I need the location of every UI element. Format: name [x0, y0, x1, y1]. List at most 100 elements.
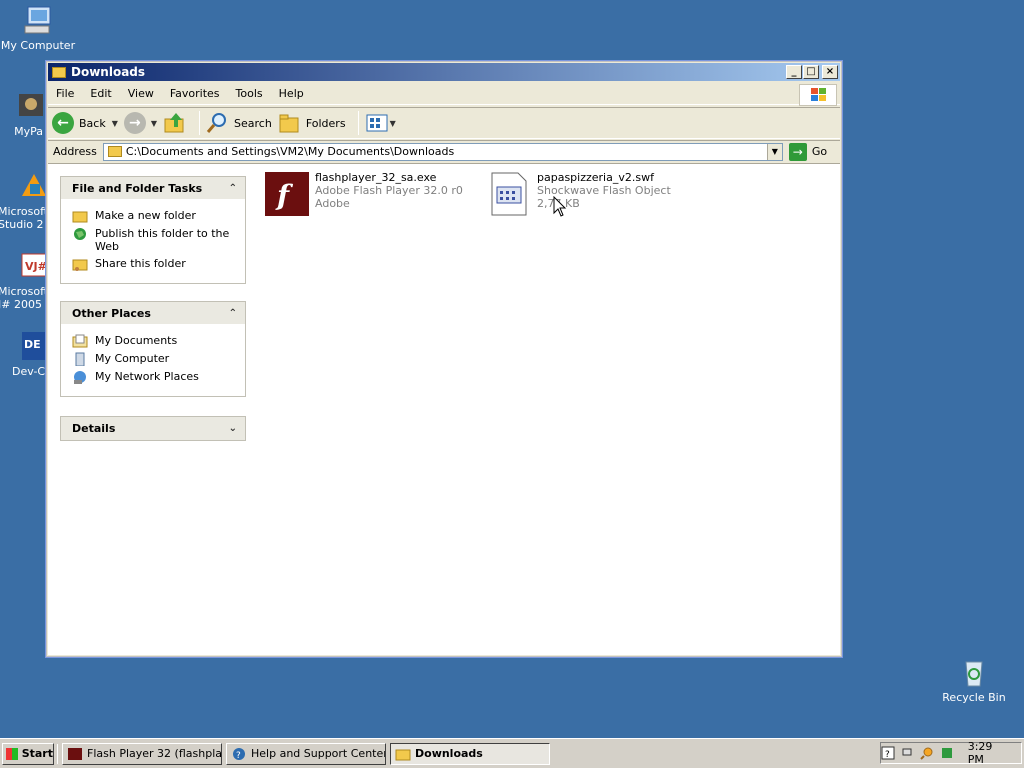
security-icon[interactable] — [940, 746, 954, 760]
expand-icon[interactable]: ⌄ — [229, 423, 237, 434]
my-computer-icon — [22, 4, 54, 36]
menu-file[interactable]: File — [48, 87, 82, 100]
taskbar-button-flash-player[interactable]: Flash Player 32 (flashpla... — [62, 742, 222, 765]
start-button[interactable]: Start — [2, 742, 54, 765]
menu-bar: File Edit View Favorites Tools Help — [48, 83, 840, 106]
menu-edit[interactable]: Edit — [82, 87, 119, 100]
file-type: Adobe Flash Player 32.0 r0 — [315, 184, 463, 197]
go-button[interactable]: → Go — [788, 142, 827, 161]
shockwave-document-icon — [491, 172, 527, 216]
details-panel: Details ⌄ — [60, 416, 246, 441]
my-documents-link[interactable]: My Documents — [72, 334, 237, 348]
clock[interactable]: 3:29 PM — [968, 740, 1011, 766]
search-icon[interactable] — [920, 746, 934, 760]
taskbar-button-help-support[interactable]: ? Help and Support Center — [226, 742, 386, 765]
maximize-button[interactable]: □ — [803, 65, 819, 79]
menu-view[interactable]: View — [120, 87, 162, 100]
search-label: Search — [234, 116, 272, 130]
shared-folder-icon — [72, 259, 88, 271]
chevron-down-icon[interactable]: ▼ — [151, 119, 157, 128]
new-folder-icon — [72, 211, 88, 223]
start-label: Start — [21, 747, 53, 760]
chevron-down-icon[interactable]: ▼ — [112, 119, 118, 128]
file-folder-tasks-panel: File and Folder Tasks ⌃ Make a new folde… — [60, 176, 246, 284]
explorer-window: Downloads _ □ × File Edit View Favorites… — [45, 60, 843, 658]
menu-help[interactable]: Help — [271, 87, 312, 100]
panel-title: File and Folder Tasks — [72, 181, 203, 195]
desktop-icon-label: Dev-C — [12, 365, 46, 378]
menu-favorites[interactable]: Favorites — [162, 87, 228, 100]
desktop-icon-label: MyPa — [14, 125, 43, 138]
file-name: flashplayer_32_sa.exe — [315, 171, 437, 184]
toolbar-separator — [357, 111, 359, 135]
place-label: My Computer — [95, 352, 170, 365]
make-new-folder-link[interactable]: Make a new folder — [72, 209, 237, 223]
task-label: Share this folder — [95, 257, 186, 270]
file-item[interactable]: f flashplayer_32_sa.exe Adobe Flash Play… — [264, 171, 463, 217]
my-computer-link[interactable]: My Computer — [72, 352, 237, 366]
my-network-places-link[interactable]: My Network Places — [72, 370, 237, 384]
desktop-icon-devc[interactable]: DE Dev-C — [0, 330, 46, 378]
minimize-button[interactable]: _ — [786, 65, 802, 79]
panel-header[interactable]: Details ⌄ — [61, 417, 245, 440]
file-item[interactable]: papaspizzeria_v2.swf Shockwave Flash Obj… — [486, 171, 671, 217]
folders-label: Folders — [305, 116, 346, 130]
desktop-icon-mypa[interactable]: MyPa — [0, 90, 43, 138]
back-arrow-icon: ← — [52, 112, 74, 134]
desktop-icon-recycle-bin[interactable]: Recycle Bin — [934, 656, 1014, 704]
views-button[interactable]: ▼ — [365, 112, 396, 134]
system-tray: ? 3:29 PM — [880, 740, 1022, 766]
network-icon[interactable] — [901, 746, 915, 760]
search-button[interactable]: Search — [206, 111, 272, 135]
other-places-panel: Other Places ⌃ My Documents My Computer … — [60, 301, 246, 397]
title-bar[interactable]: Downloads _ □ × — [48, 63, 840, 81]
mouse-cursor-icon — [553, 196, 567, 217]
folder-icon — [52, 66, 66, 78]
desktop-icon-label: Microsoft J# 2005 — [0, 285, 49, 311]
chevron-down-icon[interactable]: ▼ — [390, 119, 396, 128]
search-icon — [206, 113, 227, 133]
collapse-icon[interactable]: ⌃ — [229, 183, 237, 194]
desktop-icon-label: Recycle Bin — [942, 691, 1006, 704]
toolbar-separator — [199, 111, 201, 135]
views-icon — [366, 114, 388, 132]
chevron-down-icon[interactable]: ▼ — [766, 143, 782, 160]
publish-folder-link[interactable]: Publish this folder to the Web — [72, 227, 237, 253]
collapse-icon[interactable]: ⌃ — [229, 308, 237, 319]
flash-player-icon — [68, 747, 82, 760]
desktop-icon-label: My Computer — [0, 39, 76, 52]
toolbar: ← Back ▼ → ▼ Search Folders ▼ — [48, 107, 840, 139]
task-label: Make a new folder — [95, 209, 196, 222]
file-company: Adobe — [315, 197, 350, 210]
folders-button[interactable]: Folders — [278, 112, 346, 134]
window-title: Downloads — [71, 65, 146, 79]
desktop-icon-my-computer[interactable]: My Computer — [0, 4, 78, 52]
taskbar-button-downloads[interactable]: Downloads — [390, 742, 550, 765]
menu-tools[interactable]: Tools — [228, 87, 271, 100]
svg-text:VJ#: VJ# — [25, 260, 47, 273]
svg-text:?: ? — [236, 751, 241, 761]
forward-button[interactable]: → ▼ — [123, 112, 157, 134]
back-button[interactable]: ← Back ▼ — [52, 112, 118, 134]
panel-header[interactable]: Other Places ⌃ — [61, 302, 245, 325]
back-label: Back — [79, 116, 106, 130]
place-label: My Network Places — [95, 370, 199, 383]
desktop-icon-vstudio[interactable]: Microsoft Studio 2 — [0, 170, 48, 231]
folder-icon — [107, 146, 122, 157]
flash-player-icon: f — [265, 172, 309, 216]
desktop-icon-jsharp[interactable]: VJ# Microsoft J# 2005 — [0, 250, 49, 311]
taskbar-button-label: Downloads — [415, 747, 483, 760]
panel-header[interactable]: File and Folder Tasks ⌃ — [61, 177, 245, 200]
taskbar: Start Flash Player 32 (flashpla... ? Hel… — [0, 738, 1024, 768]
task-label: Publish this folder to the Web — [95, 227, 230, 253]
up-folder-button[interactable] — [163, 111, 187, 135]
address-input[interactable]: C:\Documents and Settings\VM2\My Documen… — [102, 142, 783, 161]
up-folder-icon — [164, 113, 184, 133]
windows-logo-icon — [799, 84, 837, 106]
share-folder-link[interactable]: Share this folder — [72, 257, 237, 271]
close-button[interactable]: × — [822, 65, 838, 79]
go-arrow-icon: → — [788, 142, 807, 161]
svg-text:?: ? — [885, 750, 890, 760]
help-icon[interactable]: ? — [881, 746, 895, 760]
forward-arrow-icon: → — [123, 112, 146, 134]
